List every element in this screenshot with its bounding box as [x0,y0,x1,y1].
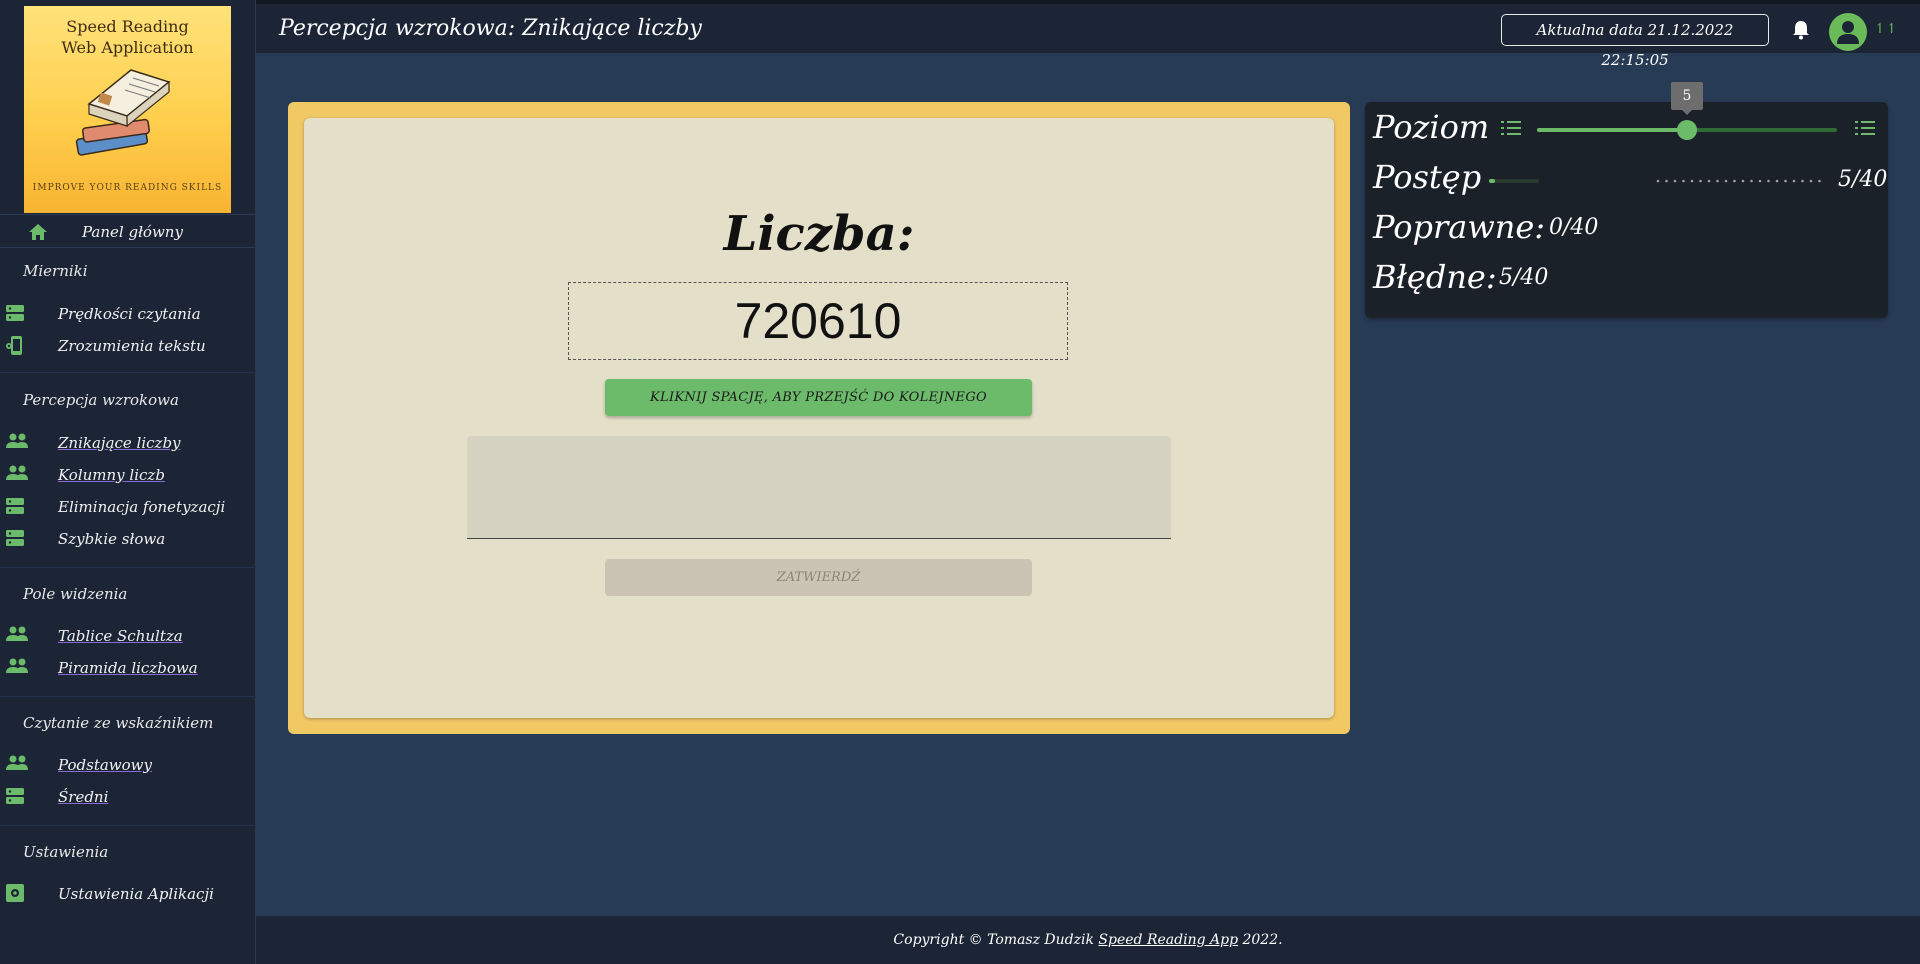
sidebar-item-eliminacja-fonetyzacji[interactable]: Eliminacja fonetyzacji [0,493,256,521]
home-icon [28,223,48,245]
divider [0,696,256,697]
progress-bar-fill [1489,179,1496,183]
wrong-value: 5/40 [1499,265,1549,290]
book-illustration-icon [75,69,171,156]
people-icon [6,755,28,775]
people-icon [6,465,28,485]
exercise-card-body: Liczba: 720610 KLIKNIJ SPACJĘ, ABY PRZEJ… [304,118,1334,718]
divider [0,825,256,826]
footer-app-link[interactable]: Speed Reading App [1098,932,1238,948]
phone-settings-icon [6,336,24,360]
people-icon [6,658,28,678]
user-icon [1837,21,1859,44]
sidebar-item-label: Kolumny liczb [58,466,165,484]
sidebar-item-kolumny-liczb[interactable]: Kolumny liczb [0,461,256,489]
top-header: Percepcja wzrokowa: Znikające liczby Akt… [256,0,1920,69]
answer-input[interactable] [467,436,1171,539]
sidebar-section-mierniki: Mierniki [23,262,88,280]
sidebar-item-ustawienia-aplikacji[interactable]: Ustawienia Aplikacji [0,880,256,908]
sidebar-item-sredni[interactable]: Średni [0,783,256,811]
current-date: Aktualna data 21.12.2022 22:15:05 [1501,14,1769,69]
sidebar-item-label: Eliminacja fonetyzacji [58,498,226,516]
sidebar-item-label: Znikające liczby [58,434,181,452]
level-label: Poziom [1373,108,1490,146]
stats-panel: Poziom 5 Postęp 5/40 Poprawne: 0/40 Błęd… [1365,82,1888,318]
sidebar-item-tablice-schultza[interactable]: Tablice Schultza [0,622,256,650]
submit-button[interactable]: ZATWIERDŹ [605,559,1032,596]
sidebar-item-label: Podstawowy [58,756,152,774]
progress-label: Postęp [1373,158,1482,196]
footer: Copyright © Tomasz Dudzik Speed Reading … [256,916,1920,964]
logo-title: Speed Reading Web Application [24,6,231,58]
logo-title-line1: Speed Reading [66,17,189,36]
level-slider-fill [1537,128,1687,132]
storage-icon [6,497,24,519]
footer-copyright: Copyright © Tomasz Dudzik [893,932,1099,948]
sidebar-section-czytanie: Czytanie ze wskaźnikiem [23,714,214,732]
divider [0,567,256,568]
sidebar-item-label: Piramida liczbowa [58,659,198,677]
divider [0,372,256,373]
logo-tagline: IMPROVE YOUR READING SKILLS [32,183,223,193]
sidebar-item-zrozumienia[interactable]: Zrozumienia tekstu [0,332,256,360]
sidebar-item-label: Średni [58,788,109,806]
sidebar-item-piramida-liczbowa[interactable]: Piramida liczbowa [0,654,256,682]
storage-icon [6,529,24,551]
footer-year: 2022. [1238,932,1283,948]
sidebar-item-label: Szybkie słowa [58,530,166,548]
progress-value: 5/40 [1838,167,1888,192]
number-display: 720610 [568,282,1068,360]
progress-dots [1656,179,1821,183]
sidebar-item-home[interactable]: Panel główny [0,214,256,248]
level-slider[interactable] [1537,120,1837,140]
sidebar-section-percepcja: Percepcja wzrokowa [23,391,179,409]
sidebar-item-label: Panel główny [82,223,183,241]
number-label: Liczba: [723,206,915,262]
sidebar-item-znikajace-liczby[interactable]: Znikające liczby [0,429,256,457]
people-icon [6,626,28,646]
sidebar-item-label: Tablice Schultza [58,627,183,645]
sidebar-item-predkosci[interactable]: Prędkości czytania [0,300,256,328]
progress-bar [1489,179,1539,183]
storage-icon [6,787,24,809]
correct-value: 0/40 [1549,215,1599,240]
correct-label: Poprawne: [1373,208,1546,246]
level-tooltip: 5 [1671,82,1703,115]
app-logo[interactable]: Speed Reading Web Application IMPROVE YO… [24,6,231,213]
settings-icon [6,884,24,906]
sidebar: Speed Reading Web Application IMPROVE YO… [0,0,256,964]
sidebar-section-pole-widzenia: Pole widzenia [23,585,128,603]
sidebar-item-label: Ustawienia Aplikacji [58,885,214,903]
page-title: Percepcja wzrokowa: Znikające liczby [279,16,702,41]
wrong-label: Błędne: [1373,258,1497,296]
sidebar-item-szybkie-slowa[interactable]: Szybkie słowa [0,525,256,553]
next-button[interactable]: KLIKNIJ SPACJĘ, ABY PRZEJŚĆ DO KOLEJNEGO [605,379,1032,416]
sidebar-item-podstawowy[interactable]: Podstawowy [0,751,256,779]
bell-icon[interactable] [1792,20,1810,44]
avatar[interactable] [1829,13,1867,51]
logo-title-line2: Web Application [61,38,194,57]
user-status-ticks: ↿↿ [1874,21,1898,37]
list-numbered-icon[interactable] [1855,120,1875,140]
storage-icon [6,304,24,326]
sidebar-section-ustawienia: Ustawienia [23,843,109,861]
exercise-card: Liczba: 720610 KLIKNIJ SPACJĘ, ABY PRZEJ… [288,102,1350,734]
level-slider-thumb[interactable] [1677,120,1697,140]
sidebar-item-label: Prędkości czytania [58,305,201,323]
sidebar-item-label: Zrozumienia tekstu [58,337,206,355]
list-numbered-icon[interactable] [1501,120,1521,140]
people-icon [6,433,28,453]
